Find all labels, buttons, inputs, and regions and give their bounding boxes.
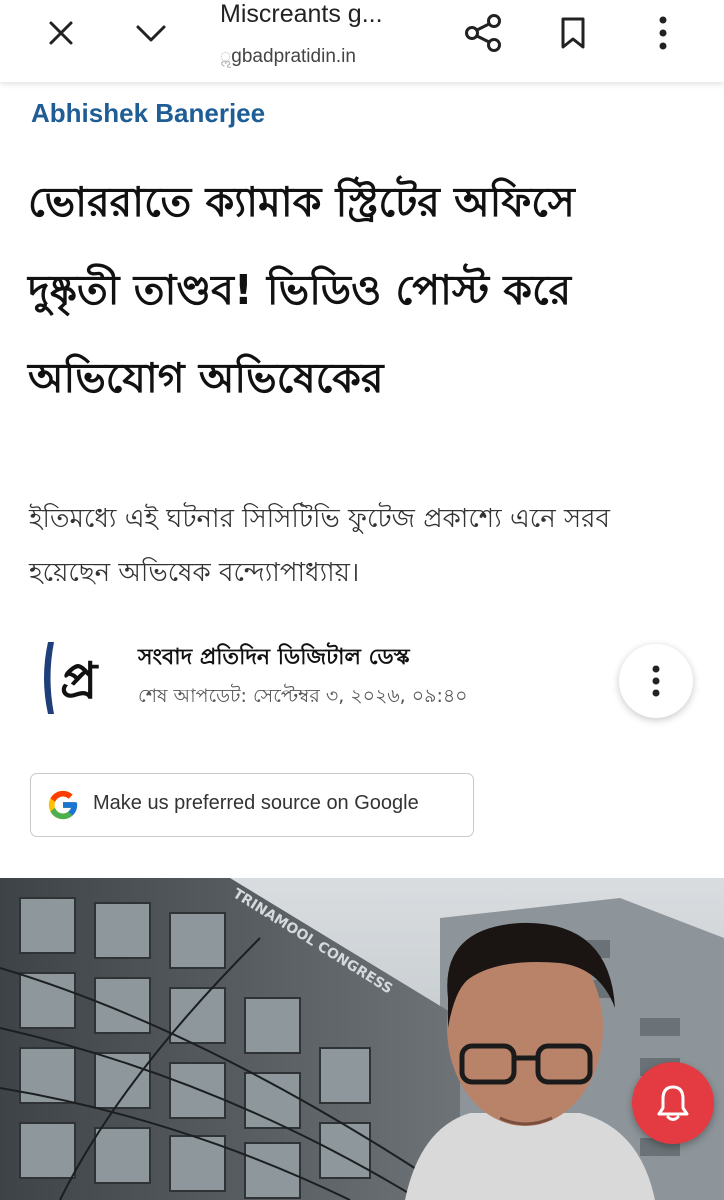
chevron-down-icon (136, 25, 166, 42)
logo-text: প্র (60, 652, 99, 710)
notification-button[interactable] (632, 1062, 714, 1144)
bookmark-button[interactable] (545, 10, 601, 56)
custom-tab-toolbar: Miscreants g... ॢgbadpratidin.in (0, 0, 724, 82)
hero-photo: TRINAMOOL CONGRESS (0, 878, 724, 1200)
url-domain: gbadpratidin.in (231, 46, 356, 67)
pratidin-logo-icon: প্র (44, 642, 99, 714)
article-subheadline: ইতিমধ্যে এই ঘটনার সিসিটিভি ফুটেজ প্রকাশ্… (29, 504, 610, 588)
preferred-source-button[interactable]: Make us preferred source on Google (30, 773, 474, 837)
author-link[interactable]: Abhishek Banerjee (31, 98, 265, 129)
preferred-source-label: Make us preferred source on Google (93, 792, 419, 814)
close-tab-button[interactable] (33, 10, 89, 56)
more-vert-icon (652, 665, 660, 697)
close-icon (49, 21, 73, 45)
url-prefix-faded: ॢ (220, 46, 232, 67)
publisher-desk: সংবাদ প্রতিদিন ডিজিটাল ডেস্ক (138, 645, 410, 670)
page-title[interactable]: Miscreants g... (220, 0, 420, 29)
article-headline: ভোররাতে ক্যামাক স্ট্রিটের অফিসে দুষ্কৃতী… (28, 178, 575, 402)
share-icon (465, 14, 501, 52)
minimize-tab-button[interactable] (123, 10, 179, 56)
overflow-menu-button[interactable] (635, 10, 691, 56)
page-url[interactable]: ॢgbadpratidin.in (220, 42, 440, 68)
bell-icon (657, 1085, 689, 1121)
publisher-logo[interactable]: প্র (36, 638, 118, 718)
article-hero-image[interactable]: TRINAMOOL CONGRESS (0, 878, 724, 1200)
byline-more-button[interactable] (619, 644, 693, 718)
share-button[interactable] (455, 10, 511, 56)
last-updated: শেষ আপডেট: সেপ্টেম্বর ৩, ২০২৬, ০৯:৪০ (138, 685, 468, 707)
bookmark-icon (561, 17, 585, 49)
more-vert-icon (659, 16, 667, 50)
google-g-icon (48, 790, 78, 820)
